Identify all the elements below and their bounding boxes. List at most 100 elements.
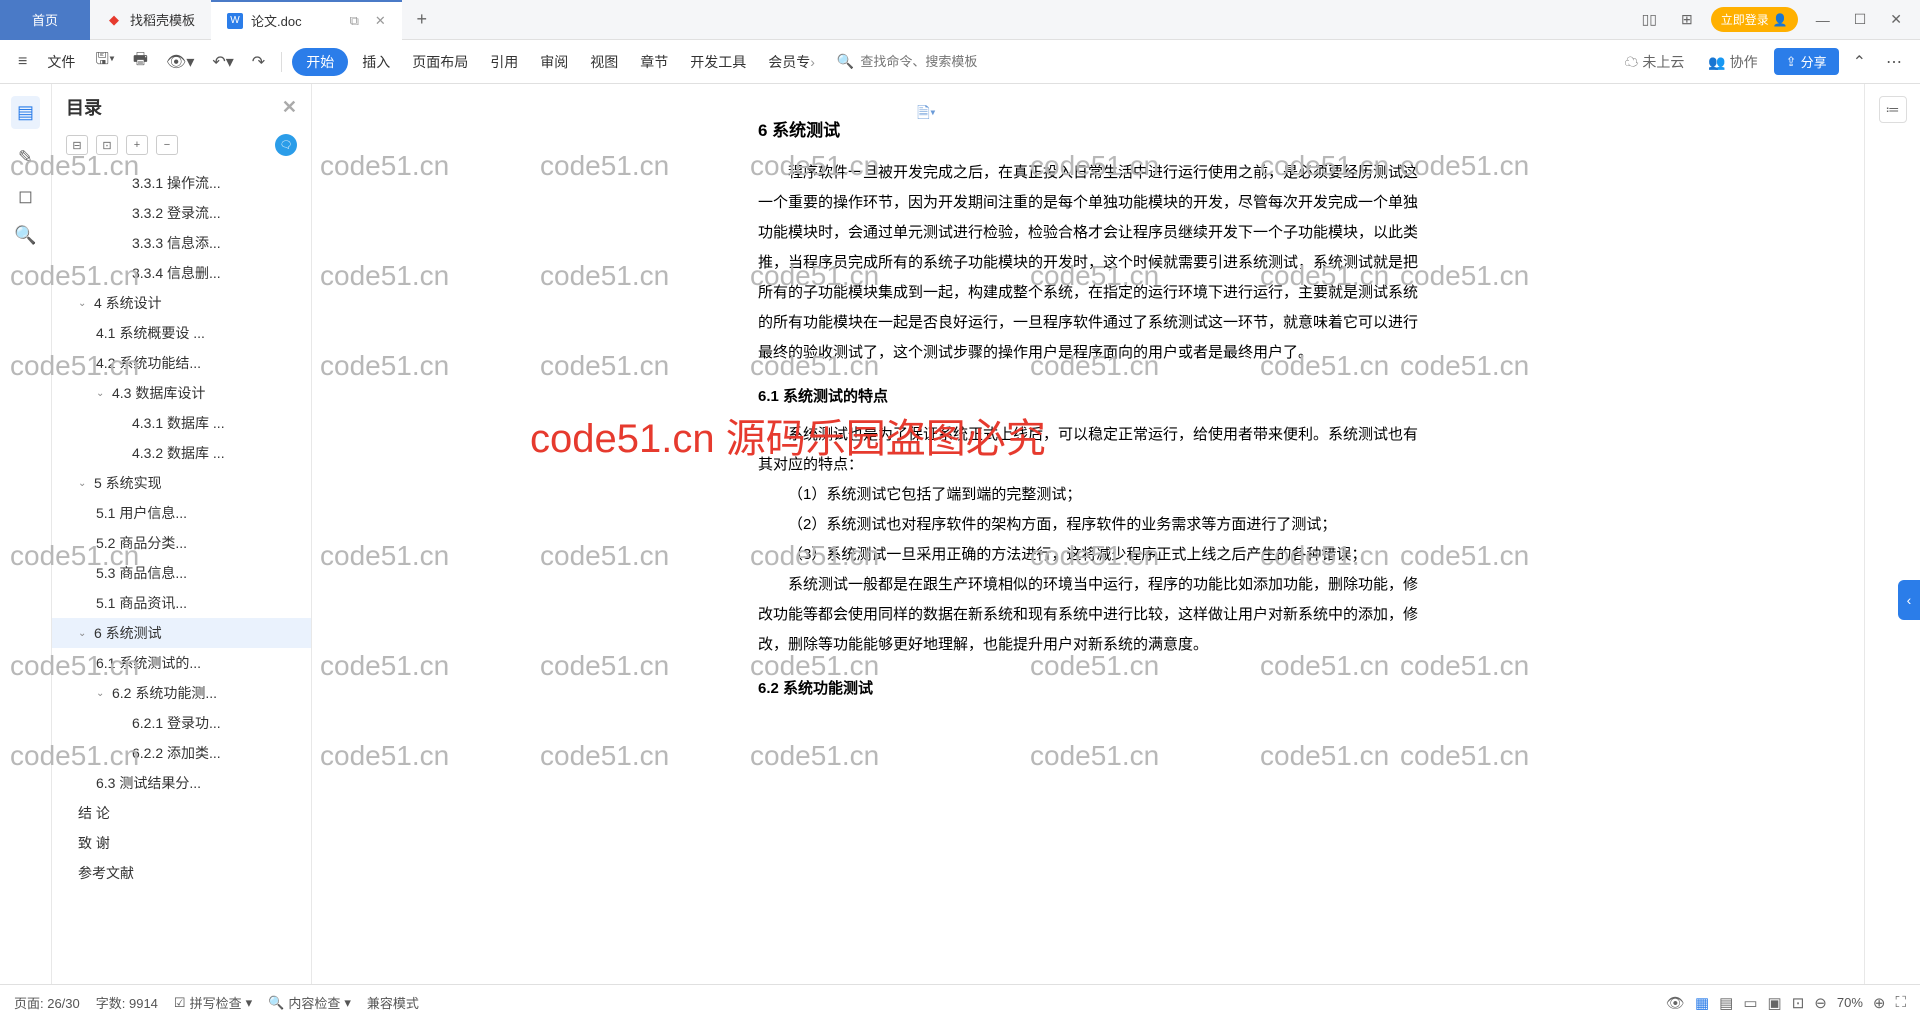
outline-item[interactable]: 4.2 系统功能结... — [52, 348, 311, 378]
tab-document[interactable]: W 论文.doc ⧉ ✕ — [211, 0, 402, 40]
document-area[interactable]: 🗎▾ 6 系统测试 程序软件一旦被开发完成之后，在真正投入日常生活中进行运行使用… — [312, 84, 1864, 984]
outline-item[interactable]: 3.3.3 信息添... — [52, 228, 311, 258]
collapse-all-icon[interactable]: ⊟ — [66, 135, 88, 155]
more-icon[interactable]: ⋯ — [1880, 48, 1908, 76]
outline-item[interactable]: ⌄4.3 数据库设计 — [52, 378, 311, 408]
content-check[interactable]: 🔍 内容检查 ▾ — [268, 993, 351, 1012]
zoom-in-icon[interactable]: ⊕ — [1873, 994, 1886, 1012]
fit-icon[interactable]: ⛶ — [1895, 994, 1906, 1011]
layout-tab[interactable]: 页面布局 — [404, 48, 476, 76]
eye-icon[interactable]: 👁 — [1666, 994, 1685, 1012]
close-icon[interactable]: ✕ — [375, 13, 386, 29]
login-button[interactable]: 立即登录👤 — [1711, 7, 1798, 32]
bookmark-rail-icon[interactable]: ◻ — [18, 186, 33, 207]
outline-item-label: 5 系统实现 — [94, 473, 162, 493]
zoom-out-icon[interactable]: ⊖ — [1814, 994, 1827, 1012]
compat-mode[interactable]: 兼容模式 — [367, 993, 419, 1012]
ai-icon[interactable]: 🗨 — [275, 134, 297, 156]
view-tab[interactable]: 视图 — [582, 48, 626, 76]
side-rail: ▤ ✎ ◻ 🔍 — [0, 84, 52, 984]
layout-icon[interactable]: ▯▯ — [1636, 7, 1663, 32]
outline-item-label: 4 系统设计 — [94, 293, 162, 313]
outline-item[interactable]: 5.1 用户信息... — [52, 498, 311, 528]
word-icon: W — [227, 13, 243, 29]
page-content: 6 系统测试 程序软件一旦被开发完成之后，在真正投入日常生活中进行运行使用之前，… — [708, 84, 1468, 984]
remove-icon[interactable]: − — [156, 135, 178, 155]
chapter-tab[interactable]: 章节 — [632, 48, 676, 76]
add-icon[interactable]: + — [126, 135, 148, 155]
view-page-icon[interactable]: ▦ — [1695, 994, 1709, 1012]
right-panel-toggle-icon[interactable]: ≔ — [1879, 96, 1907, 123]
outline-item[interactable]: 5.2 商品分类... — [52, 528, 311, 558]
tab-label: 论文.doc — [251, 11, 302, 30]
search-rail-icon[interactable]: 🔍 — [14, 225, 36, 246]
share-button[interactable]: ⇪分享 — [1774, 48, 1839, 75]
outline-item[interactable]: ⌄4 系统设计 — [52, 288, 311, 318]
collab-button[interactable]: 👥 协作 — [1700, 48, 1765, 76]
spell-check[interactable]: ☑ 拼写检查 ▾ — [174, 993, 252, 1012]
outline-item-label: 6.3 测试结果分... — [96, 773, 201, 793]
style-rail-icon[interactable]: ✎ — [18, 147, 33, 168]
outline-item[interactable]: ⌄6.2 系统功能测... — [52, 678, 311, 708]
outline-item[interactable]: 3.3.2 登录流... — [52, 198, 311, 228]
tab-template[interactable]: ◆ 找稻壳模板 — [90, 0, 211, 40]
tab-add[interactable]: + — [402, 0, 442, 40]
outline-item[interactable]: 3.3.1 操作流... — [52, 168, 311, 198]
outline-item[interactable]: 4.1 系统概要设 ... — [52, 318, 311, 348]
tab-window-icon[interactable]: ⧉ — [350, 13, 359, 29]
file-menu[interactable]: 文件 — [39, 48, 83, 76]
outline-title: 目录 — [66, 94, 102, 120]
apps-icon[interactable]: ⊞ — [1675, 7, 1699, 32]
maximize-icon[interactable]: ☐ — [1848, 7, 1873, 32]
view-web-icon[interactable]: ▭ — [1743, 994, 1757, 1012]
outline-item[interactable]: 4.3.1 数据库 ... — [52, 408, 311, 438]
outline-item-label: 4.2 系统功能结... — [96, 353, 201, 373]
settings-icon[interactable]: ⊡ — [1792, 994, 1805, 1012]
heading-1: 6 系统测试 — [758, 114, 1418, 148]
collapse-ribbon-icon[interactable]: ⌃ — [1847, 48, 1872, 76]
command-search-input[interactable] — [860, 54, 1040, 69]
expand-all-icon[interactable]: ⊡ — [96, 135, 118, 155]
insert-tab[interactable]: 插入 — [354, 48, 398, 76]
outline-item[interactable]: 6.2.1 登录功... — [52, 708, 311, 738]
outline-item-label: 3.3.4 信息删... — [132, 263, 221, 283]
page-count[interactable]: 页面: 26/30 — [14, 993, 80, 1012]
cloud-status[interactable]: ☁ 未上云 — [1616, 48, 1692, 76]
outline-item[interactable]: 6.2.2 添加类... — [52, 738, 311, 768]
start-tab[interactable]: 开始 — [292, 48, 348, 76]
review-tab[interactable]: 审阅 — [532, 48, 576, 76]
undo-icon[interactable]: ↶▾ — [206, 48, 239, 76]
outline-item-label: 5.3 商品信息... — [96, 563, 187, 583]
outline-item[interactable]: 4.3.2 数据库 ... — [52, 438, 311, 468]
side-pull-tab[interactable]: ‹ — [1898, 580, 1920, 620]
menu-icon[interactable]: ≡ — [12, 49, 33, 75]
paragraph: 系统测试也是为了保证系统正式上线后，可以稳定正常运行，给使用者带来便利。系统测试… — [758, 420, 1418, 480]
minimize-icon[interactable]: — — [1810, 8, 1836, 32]
outline-item[interactable]: ⌄6 系统测试 — [52, 618, 311, 648]
outline-item[interactable]: 5.3 商品信息... — [52, 558, 311, 588]
outline-item[interactable]: 致 谢 — [52, 828, 311, 858]
tab-home[interactable]: 首页 — [0, 0, 90, 40]
word-count[interactable]: 字数: 9914 — [96, 993, 158, 1012]
save-icon[interactable]: 🖫▾ — [89, 44, 121, 79]
outline-item[interactable]: ⌄5 系统实现 — [52, 468, 311, 498]
print-icon[interactable]: 🖶 — [127, 44, 154, 79]
zoom-level[interactable]: 70% — [1837, 995, 1863, 1010]
member-tab[interactable]: 会员专› — [760, 48, 823, 76]
close-window-icon[interactable]: ✕ — [1884, 7, 1908, 32]
reference-tab[interactable]: 引用 — [482, 48, 526, 76]
outline-item[interactable]: 3.3.4 信息删... — [52, 258, 311, 288]
view-outline-icon[interactable]: ▤ — [1719, 994, 1733, 1012]
outline-item[interactable]: 参考文献 — [52, 858, 311, 888]
redo-icon[interactable]: ↷ — [246, 48, 271, 76]
devtools-tab[interactable]: 开发工具 — [682, 48, 754, 76]
outline-rail-icon[interactable]: ▤ — [11, 96, 40, 129]
outline-item[interactable]: 结 论 — [52, 798, 311, 828]
outline-item[interactable]: 6.1 系统测试的... — [52, 648, 311, 678]
outline-item[interactable]: 5.1 商品资讯... — [52, 588, 311, 618]
preview-icon[interactable]: 👁▾ — [160, 48, 200, 76]
view-read-icon[interactable]: ▣ — [1768, 994, 1782, 1012]
outline-item[interactable]: 6.3 测试结果分... — [52, 768, 311, 798]
outline-panel: 目录 ✕ ⊟ ⊡ + − 🗨 3.3.1 操作流...3.3.2 登录流...3… — [52, 84, 312, 984]
close-panel-icon[interactable]: ✕ — [282, 97, 297, 118]
